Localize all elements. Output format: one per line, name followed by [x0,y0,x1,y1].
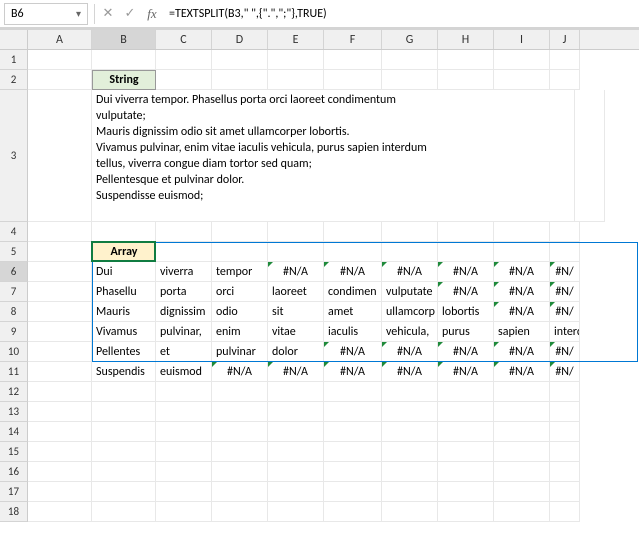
row-header-16[interactable]: 16 [0,462,28,482]
col-header-D[interactable]: D [212,30,268,49]
row-header-6[interactable]: 6 [0,262,28,282]
formula-input[interactable]: =TEXTSPLIT(B3," ",{".",";"},TRUE) [163,3,639,25]
row-header-3[interactable]: 3 [0,90,28,222]
error-icon [494,262,499,267]
col-header-I[interactable]: I [494,30,550,49]
row-header-1[interactable]: 1 [0,50,28,70]
row-header-7[interactable]: 7 [0,282,28,302]
row-header-13[interactable]: 13 [0,402,28,422]
fx-icon[interactable]: fx [141,3,163,25]
error-icon [382,342,387,347]
col-header-J[interactable]: J [550,30,580,49]
error-icon [268,362,273,367]
row-header-12[interactable]: 12 [0,382,28,402]
row-header-4[interactable]: 4 [0,222,28,242]
spreadsheet-grid[interactable]: A B C D E F G H I J 1 2 String 3 Dui viv… [0,30,639,522]
formula-bar: B6 ▾ ✕ ✓ fx =TEXTSPLIT(B3," ",{".",";"},… [0,0,639,28]
row-header-17[interactable]: 17 [0,482,28,502]
check-icon[interactable]: ✓ [119,3,141,25]
col-header-G[interactable]: G [382,30,438,49]
cell[interactable] [28,50,92,70]
row-header-10[interactable]: 10 [0,342,28,362]
row-header-9[interactable]: 9 [0,322,28,342]
cell-b3[interactable]: Dui viverra tempor. Phasellus porta orci… [92,90,452,222]
error-icon [494,342,499,347]
error-icon [550,342,555,347]
row-header-18[interactable]: 18 [0,502,28,522]
chevron-down-icon[interactable]: ▾ [76,7,81,20]
error-icon [494,362,499,367]
error-icon [494,282,499,287]
error-icon [324,342,329,347]
header-array[interactable]: Array [92,242,156,262]
column-headers: A B C D E F G H I J [28,30,639,50]
name-box[interactable]: B6 ▾ [4,3,88,25]
row-header-14[interactable]: 14 [0,422,28,442]
col-header-H[interactable]: H [438,30,494,49]
col-header-E[interactable]: E [268,30,324,49]
error-icon [324,262,329,267]
select-all-corner[interactable] [0,30,28,50]
error-icon [438,342,443,347]
error-icon [550,302,555,307]
error-icon [438,282,443,287]
error-icon [438,362,443,367]
error-icon [494,302,499,307]
error-icon [268,262,273,267]
header-string[interactable]: String [92,70,156,90]
row-header-5[interactable]: 5 [0,242,28,262]
error-icon [550,282,555,287]
divider [94,4,95,24]
row-header-15[interactable]: 15 [0,442,28,462]
col-header-F[interactable]: F [324,30,382,49]
error-icon [438,262,443,267]
col-header-C[interactable]: C [156,30,212,49]
cancel-icon[interactable]: ✕ [97,3,119,25]
col-header-A[interactable]: A [28,30,92,49]
error-icon [382,262,387,267]
error-icon [382,362,387,367]
cell-b6[interactable]: Dui [92,262,156,282]
row-header-2[interactable]: 2 [0,70,28,90]
row-header-8[interactable]: 8 [0,302,28,322]
name-box-value: B6 [11,7,76,21]
col-header-B[interactable]: B [92,30,156,49]
error-icon [550,262,555,267]
row-header-11[interactable]: 11 [0,362,28,382]
error-icon [324,362,329,367]
error-icon [550,362,555,367]
error-icon [212,362,217,367]
